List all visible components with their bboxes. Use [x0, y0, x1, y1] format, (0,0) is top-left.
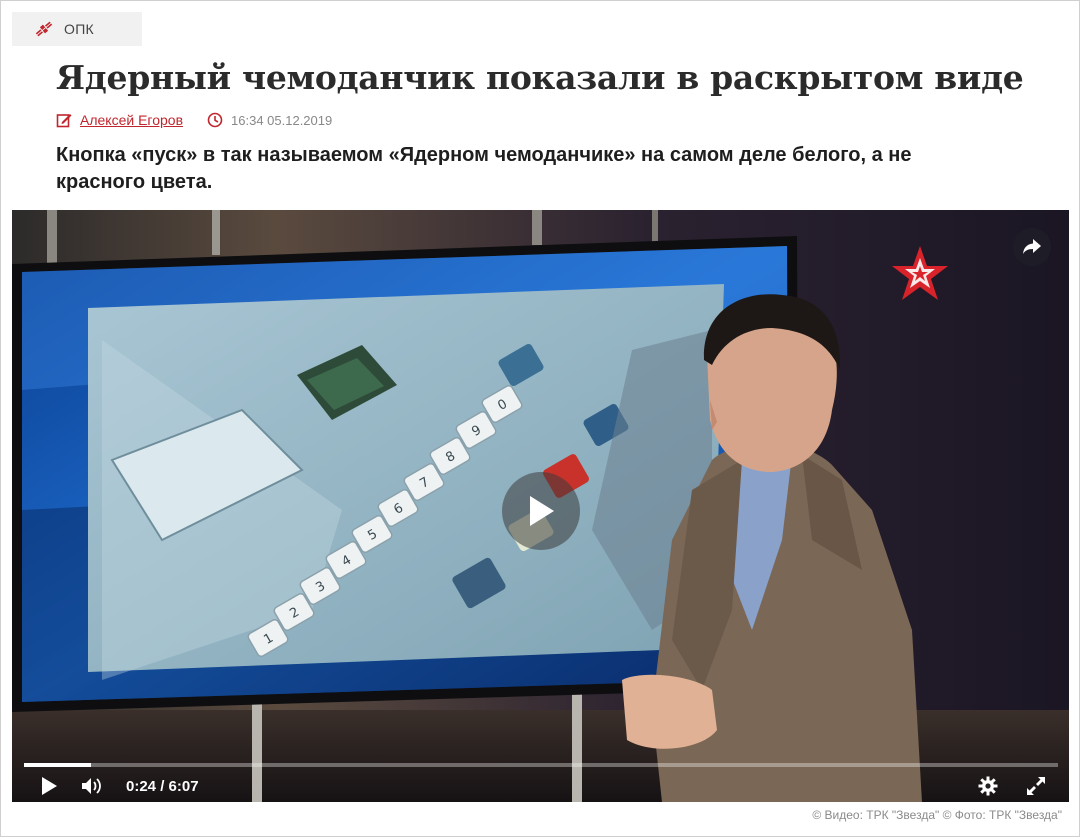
- control-bar: 0:24 / 6:07: [12, 770, 1069, 802]
- satellite-icon: [35, 21, 53, 37]
- article-meta: Алексей Егоров 16:34 05.12.2019: [56, 112, 332, 128]
- time-separator: /: [156, 777, 169, 795]
- author-link[interactable]: Алексей Егоров: [80, 112, 183, 128]
- publish-datetime: 16:34 05.12.2019: [231, 112, 333, 128]
- article-title: Ядерный чемоданчик показали в раскрытом …: [56, 58, 1024, 97]
- edit-icon: [56, 114, 72, 128]
- video-player[interactable]: 1234567890 0:24 / 6:07: [12, 210, 1069, 802]
- progress-bar[interactable]: [24, 763, 1058, 767]
- duration: 6:07: [168, 777, 199, 795]
- category-label[interactable]: ОПК: [64, 21, 94, 37]
- media-credit: © Видео: ТРК "Звезда" © Фото: ТРК "Звезд…: [812, 808, 1062, 822]
- clock-icon: [207, 112, 223, 128]
- progress-fill: [24, 763, 92, 767]
- volume-icon[interactable]: [80, 776, 102, 796]
- gear-icon[interactable]: [978, 776, 998, 796]
- channel-star-logo: [892, 246, 948, 300]
- time-display: 0:24 / 6:07: [126, 778, 199, 795]
- category-tag[interactable]: ОПК: [12, 12, 142, 46]
- share-icon: [1023, 239, 1041, 254]
- play-overlay-button[interactable]: [502, 472, 580, 550]
- play-icon[interactable]: [40, 776, 58, 796]
- current-time: 0:24: [126, 777, 157, 795]
- play-icon: [530, 496, 554, 526]
- share-button[interactable]: [1013, 228, 1051, 266]
- article-lead: Кнопка «пуск» в так называемом «Ядерном …: [56, 144, 912, 193]
- fullscreen-icon[interactable]: [1026, 776, 1046, 796]
